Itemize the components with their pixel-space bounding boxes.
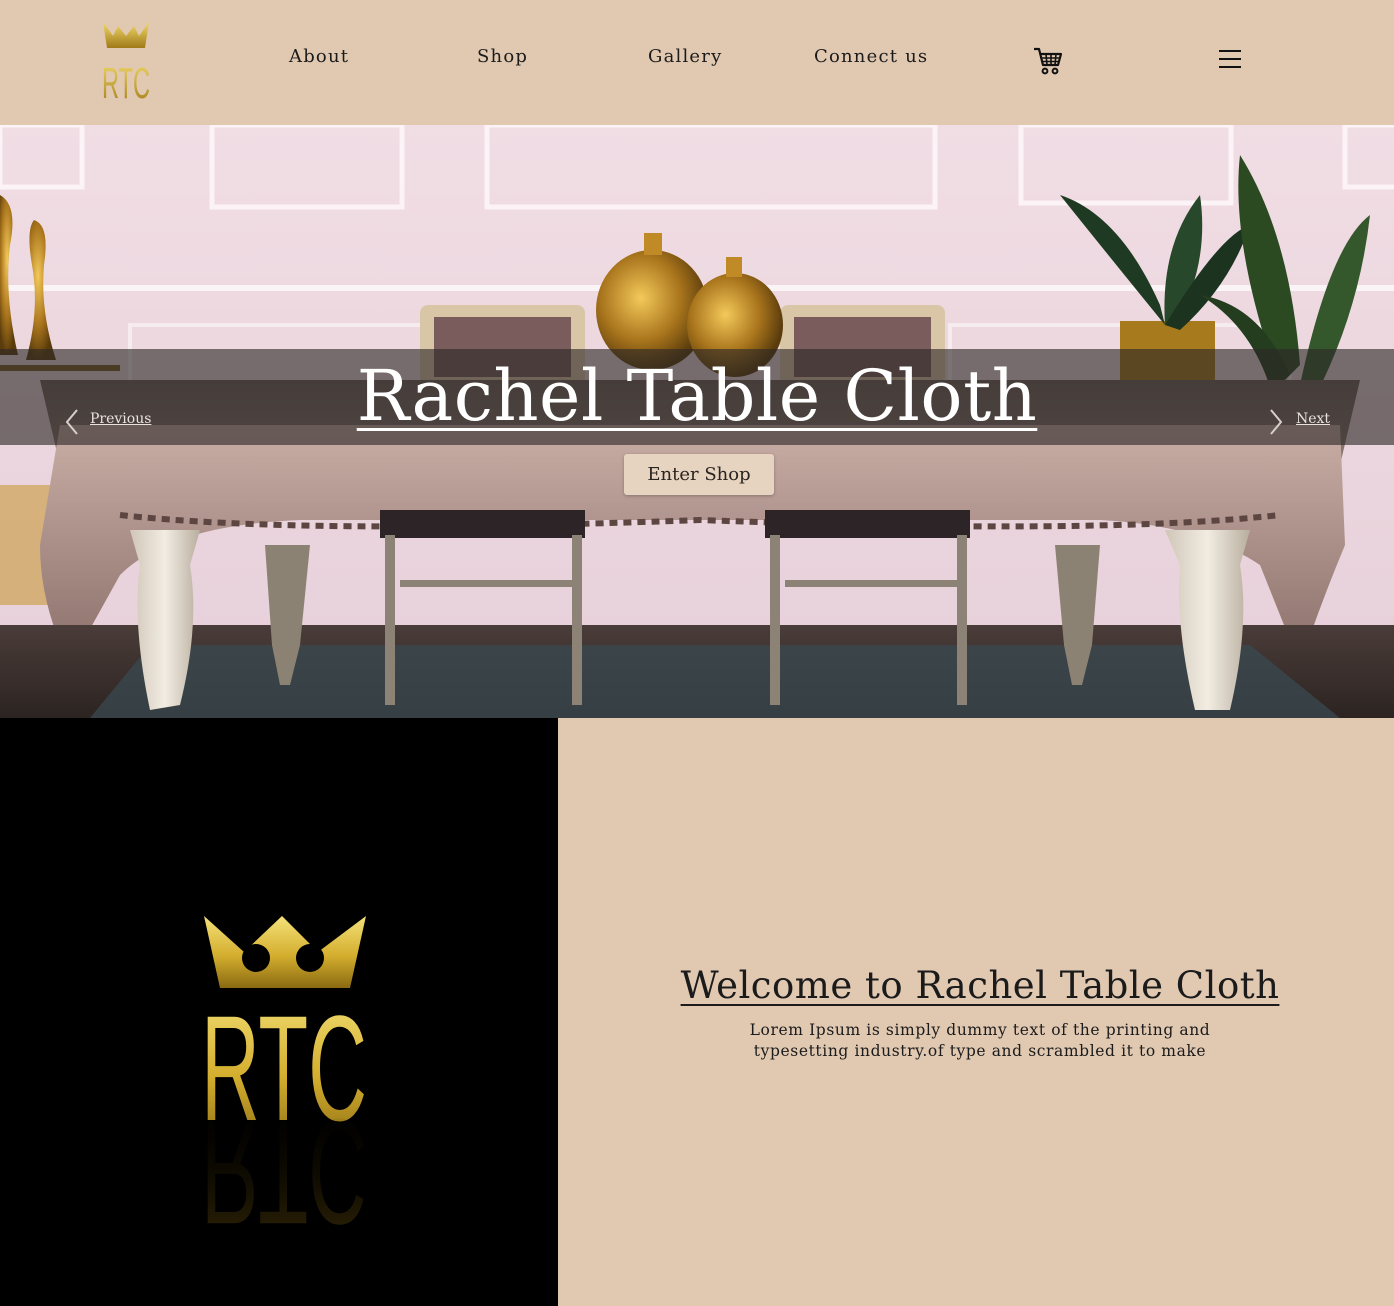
carousel-next[interactable]: Next <box>1268 408 1338 436</box>
carousel-previous[interactable]: Previous <box>64 408 154 436</box>
nav-about[interactable]: About <box>289 46 349 67</box>
svg-text:RTC: RTC <box>102 59 150 104</box>
svg-text:RTC: RTC <box>201 1088 367 1256</box>
enter-shop-button[interactable]: Enter Shop <box>624 454 774 495</box>
previous-label[interactable]: Previous <box>90 411 151 427</box>
nav-connect-us[interactable]: Connect us <box>814 46 928 67</box>
next-label[interactable]: Next <box>1296 411 1330 427</box>
nav-shop[interactable]: Shop <box>477 46 528 67</box>
welcome-description: Lorem Ipsum is simply dummy text of the … <box>749 1021 1211 1060</box>
logo-panel: RTC RTC <box>0 718 558 1306</box>
rtc-large-logo: RTC RTC <box>201 916 367 1256</box>
shopping-cart-icon[interactable] <box>1032 45 1064 77</box>
chevron-left-icon <box>65 409 78 435</box>
chevron-right-icon <box>1270 409 1283 435</box>
welcome-title[interactable]: Welcome to Rachel Table Cloth <box>558 964 1394 1007</box>
hero-title[interactable]: Rachel Table Cloth <box>0 353 1394 439</box>
hamburger-menu-icon[interactable] <box>1218 48 1242 70</box>
rtc-logo[interactable]: RTC <box>100 18 152 104</box>
welcome-section: Welcome to Rachel Table Cloth Lorem Ipsu… <box>558 718 1394 1306</box>
site-header: RTC About Shop Gallery Connect us <box>0 0 1394 125</box>
nav-gallery[interactable]: Gallery <box>648 46 722 67</box>
hero-carousel: Rachel Table Cloth Previous Next Enter S… <box>0 125 1394 718</box>
